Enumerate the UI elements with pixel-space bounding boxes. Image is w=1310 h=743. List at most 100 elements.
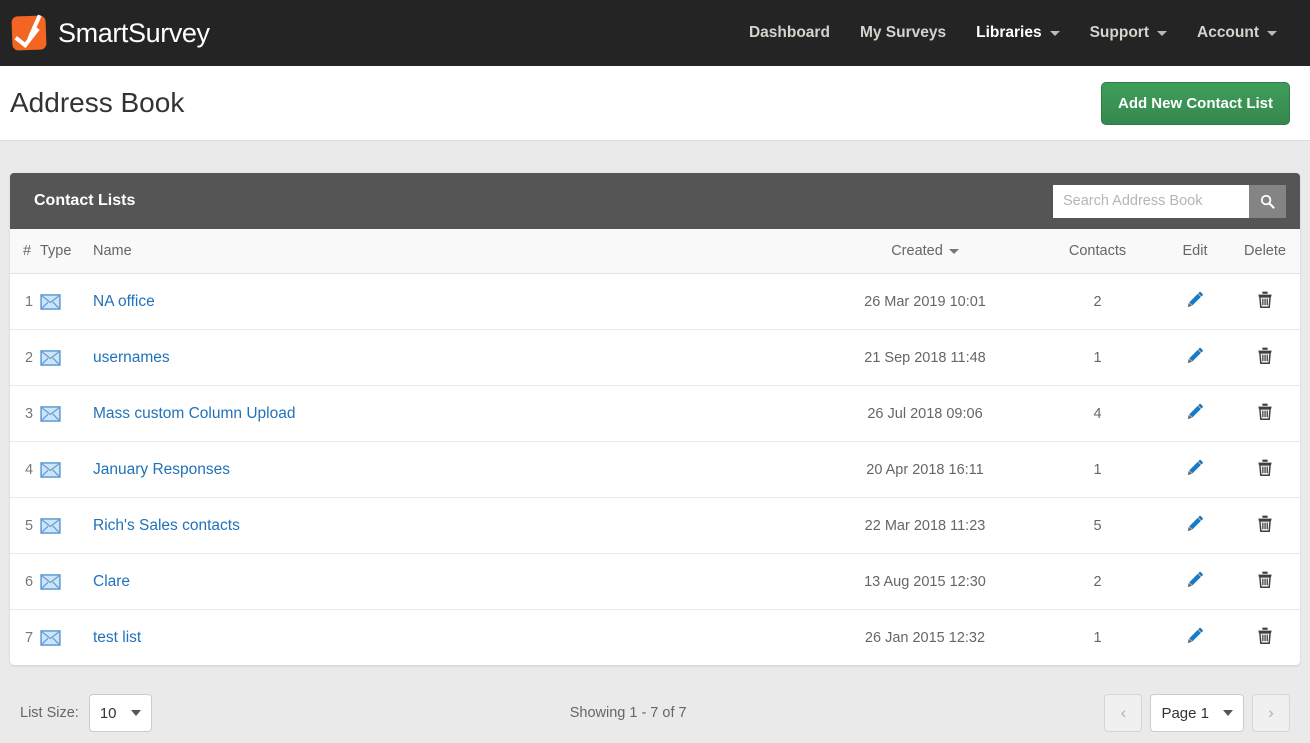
row-number: 3 <box>10 386 40 442</box>
top-navigation-bar: SmartSurvey Dashboard My Surveys Librari… <box>0 0 1310 66</box>
column-header-contacts[interactable]: Contacts <box>1035 229 1160 274</box>
edit-pencil-icon <box>1186 514 1205 533</box>
chevron-down-icon <box>1050 31 1060 36</box>
contact-list-link[interactable]: January Responses <box>93 461 230 478</box>
search-address-book <box>1053 185 1286 218</box>
delete-trash-icon <box>1256 346 1274 365</box>
row-created-date: 26 Jul 2018 09:06 <box>815 386 1035 442</box>
row-name-cell: January Responses <box>86 442 815 498</box>
nav-item-dashboard[interactable]: Dashboard <box>734 14 845 52</box>
row-contacts-count: 1 <box>1035 330 1160 386</box>
delete-trash-icon <box>1256 570 1274 589</box>
row-delete-cell <box>1230 330 1300 386</box>
search-icon <box>1260 194 1275 209</box>
edit-button[interactable] <box>1186 514 1205 533</box>
contact-list-link[interactable]: usernames <box>93 349 170 366</box>
row-type-cell <box>40 386 86 442</box>
row-edit-cell <box>1160 386 1230 442</box>
row-type-cell <box>40 442 86 498</box>
delete-button[interactable] <box>1256 570 1274 589</box>
row-name-cell: usernames <box>86 330 815 386</box>
row-delete-cell <box>1230 442 1300 498</box>
delete-button[interactable] <box>1256 458 1274 477</box>
brand-logo[interactable]: SmartSurvey <box>12 16 210 50</box>
search-button[interactable] <box>1249 185 1286 218</box>
page-select[interactable]: Page 1 <box>1150 694 1244 732</box>
row-created-date: 22 Mar 2018 11:23 <box>815 498 1035 554</box>
list-size-select[interactable]: 10 <box>89 694 152 732</box>
contact-list-link[interactable]: Mass custom Column Upload <box>93 405 295 422</box>
list-size-value: 10 <box>100 705 117 722</box>
row-number: 5 <box>10 498 40 554</box>
column-header-delete: Delete <box>1230 229 1300 274</box>
search-input[interactable] <box>1053 185 1249 218</box>
panel-title: Contact Lists <box>34 192 135 210</box>
email-envelope-icon <box>40 462 61 478</box>
contact-list-link[interactable]: NA office <box>93 293 155 310</box>
row-created-date: 20 Apr 2018 16:11 <box>815 442 1035 498</box>
nav-item-libraries[interactable]: Libraries <box>961 14 1074 52</box>
delete-button[interactable] <box>1256 346 1274 365</box>
delete-button[interactable] <box>1256 514 1274 533</box>
delete-button[interactable] <box>1256 402 1274 421</box>
contact-list-link[interactable]: Rich's Sales contacts <box>93 517 240 534</box>
column-header-number[interactable]: # <box>10 229 40 274</box>
row-contacts-count: 1 <box>1035 610 1160 666</box>
delete-trash-icon <box>1256 514 1274 533</box>
table-row: 6 Clare13 Aug 2015 12:302 <box>10 554 1300 610</box>
row-type-cell <box>40 330 86 386</box>
nav-item-label: Support <box>1090 24 1149 42</box>
column-header-created[interactable]: Created <box>815 229 1035 274</box>
email-envelope-icon <box>40 294 61 310</box>
row-type-cell <box>40 498 86 554</box>
delete-button[interactable] <box>1256 626 1274 645</box>
add-new-contact-list-button[interactable]: Add New Contact List <box>1101 82 1290 125</box>
email-envelope-icon <box>40 350 61 366</box>
previous-page-button[interactable]: ‹ <box>1104 694 1142 732</box>
contact-list-link[interactable]: Clare <box>93 573 130 590</box>
table-body: 1 NA office26 Mar 2019 10:012 2 username… <box>10 274 1300 666</box>
edit-button[interactable] <box>1186 402 1205 421</box>
row-type-cell <box>40 610 86 666</box>
delete-trash-icon <box>1256 626 1274 645</box>
column-header-created-label: Created <box>891 243 943 259</box>
list-size-label: List Size: <box>20 705 79 721</box>
page-title-bar: Address Book Add New Contact List <box>0 66 1310 141</box>
edit-button[interactable] <box>1186 458 1205 477</box>
row-name-cell: test list <box>86 610 815 666</box>
edit-button[interactable] <box>1186 290 1205 309</box>
edit-pencil-icon <box>1186 626 1205 645</box>
nav-item-my-surveys[interactable]: My Surveys <box>845 14 961 52</box>
row-edit-cell <box>1160 498 1230 554</box>
row-edit-cell <box>1160 330 1230 386</box>
row-name-cell: NA office <box>86 274 815 330</box>
row-number: 4 <box>10 442 40 498</box>
column-header-type[interactable]: Type <box>40 229 86 274</box>
brand-name: SmartSurvey <box>58 18 210 49</box>
row-edit-cell <box>1160 442 1230 498</box>
panel-header: Contact Lists <box>10 173 1300 229</box>
edit-button[interactable] <box>1186 570 1205 589</box>
row-name-cell: Rich's Sales contacts <box>86 498 815 554</box>
row-created-date: 26 Jan 2015 12:32 <box>815 610 1035 666</box>
nav-item-account[interactable]: Account <box>1182 14 1292 52</box>
smartsurvey-checkmark-logo-icon <box>11 15 46 50</box>
content-area: Contact Lists # Type Name Creat <box>0 141 1310 743</box>
edit-pencil-icon <box>1186 570 1205 589</box>
email-envelope-icon <box>40 574 61 590</box>
row-number: 1 <box>10 274 40 330</box>
row-number: 6 <box>10 554 40 610</box>
nav-item-support[interactable]: Support <box>1075 14 1182 52</box>
edit-button[interactable] <box>1186 626 1205 645</box>
table-row: 3 Mass custom Column Upload 26 Jul 2018 0… <box>10 386 1300 442</box>
edit-button[interactable] <box>1186 346 1205 365</box>
chevron-down-icon <box>131 710 141 716</box>
table-row: 2 usernames21 Sep 2018 11:481 <box>10 330 1300 386</box>
next-page-button[interactable]: › <box>1252 694 1290 732</box>
delete-button[interactable] <box>1256 290 1274 309</box>
column-header-edit: Edit <box>1160 229 1230 274</box>
column-header-name[interactable]: Name <box>86 229 815 274</box>
contact-list-link[interactable]: test list <box>93 629 141 646</box>
row-delete-cell <box>1230 610 1300 666</box>
table-row: 7 test list26 Jan 2015 12:321 <box>10 610 1300 666</box>
